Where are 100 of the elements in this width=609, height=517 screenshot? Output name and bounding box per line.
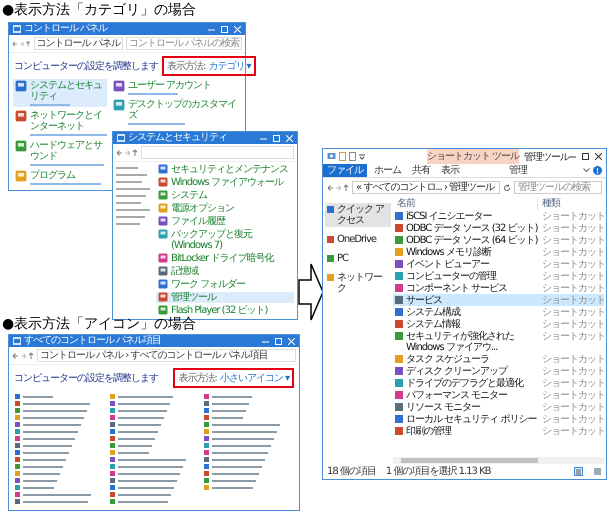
text-line bbox=[116, 167, 138, 169]
column-header[interactable]: 種類 bbox=[538, 197, 604, 210]
program-icon bbox=[15, 140, 27, 152]
program-icon bbox=[158, 253, 168, 263]
view-label: 表示方法: bbox=[167, 60, 206, 73]
text-line bbox=[116, 216, 145, 218]
program-icon bbox=[15, 170, 27, 182]
settings-item[interactable]: システム bbox=[156, 190, 294, 201]
ribbon-tab[interactable]: 管理 bbox=[472, 164, 564, 177]
text-line bbox=[116, 209, 150, 211]
page-heading: コンピューターの設定を調整します bbox=[14, 60, 158, 73]
settings-item[interactable]: セキュリティとメンテナンス bbox=[156, 164, 294, 175]
program-icon bbox=[113, 80, 125, 92]
program-icon bbox=[158, 279, 168, 289]
status-text: 1 個の項目を選択 1.13 KB bbox=[386, 466, 490, 477]
chevron-icon[interactable] bbox=[583, 168, 590, 173]
scrollbar[interactable] bbox=[393, 457, 604, 464]
properties-icon[interactable] bbox=[327, 152, 336, 161]
category-item[interactable]: ハードウェアとサウンド bbox=[13, 139, 107, 167]
category-item[interactable]: システムとセキュリティ bbox=[13, 79, 107, 107]
file-row[interactable]: ローカル セキュリティ ポリシー ショートカット bbox=[393, 413, 604, 425]
window-title: コントロール パネル bbox=[24, 23, 109, 35]
file-row[interactable]: セキュリティが強化された Windows ファイアウ... ショートカット bbox=[393, 330, 604, 353]
search-field[interactable]: コントロール パネルの検索 bbox=[126, 37, 242, 50]
nav-arrows-icon[interactable] bbox=[116, 148, 138, 156]
address-field[interactable]: « すべてのコントロ... › 管理ツール bbox=[352, 181, 500, 194]
settings-item[interactable]: BitLocker ドライブ暗号化 bbox=[156, 253, 294, 264]
text-line bbox=[116, 174, 147, 176]
file-row[interactable]: 印刷の管理 ショートカット bbox=[393, 425, 604, 437]
search-field[interactable]: 管理ツールの検索 bbox=[514, 181, 602, 194]
program-icon bbox=[15, 110, 27, 122]
address-field[interactable] bbox=[141, 146, 294, 159]
text-line bbox=[116, 223, 140, 225]
help-icon[interactable] bbox=[593, 166, 602, 175]
file-row[interactable]: パフォーマンス モニター ショートカット bbox=[393, 389, 604, 401]
category-item[interactable]: ユーザー アカウント bbox=[111, 79, 241, 96]
ribbon-tab[interactable]: 表示 bbox=[437, 164, 463, 177]
nav-item[interactable]: ネットワーク bbox=[325, 271, 391, 295]
nav-item[interactable]: クイック アクセス bbox=[325, 203, 391, 227]
program-icon bbox=[158, 229, 168, 239]
program-icon bbox=[158, 216, 168, 226]
refresh-icon[interactable] bbox=[503, 184, 511, 192]
category-item[interactable]: プログラム bbox=[13, 169, 107, 186]
file-row[interactable]: サービス ショートカット bbox=[393, 294, 604, 306]
program-icon bbox=[113, 99, 125, 111]
file-row[interactable]: ドライブのデフラグと最適化 ショートカット bbox=[393, 377, 604, 389]
status-text: 18 個の項目 bbox=[327, 466, 376, 477]
file-row[interactable]: コンポーネント サービス ショートカット bbox=[393, 282, 604, 294]
category-item[interactable]: ネットワークとインターネット bbox=[13, 109, 107, 137]
category-item[interactable]: デスクトップのカスタマイズ bbox=[111, 98, 241, 126]
nav-arrows-icon[interactable] bbox=[12, 40, 31, 48]
maximize-icon[interactable] bbox=[582, 153, 589, 160]
settings-item[interactable]: ファイル履歴 bbox=[156, 216, 294, 227]
text-line bbox=[116, 181, 142, 183]
ribbon-tab[interactable]: 共有 bbox=[408, 164, 434, 177]
view-menu[interactable]: カテゴリ ▾ bbox=[208, 59, 251, 73]
address-field[interactable]: コントロール パネル bbox=[34, 37, 123, 50]
page-heading: コンピューターの設定を調整します bbox=[14, 372, 158, 385]
close-icon[interactable] bbox=[595, 153, 602, 160]
file-row[interactable]: Windows メモリ診断 ショートカット bbox=[393, 246, 604, 258]
text-line bbox=[116, 195, 146, 197]
settings-item[interactable]: 記憶域 bbox=[156, 266, 294, 277]
file-row[interactable]: イベント ビューアー ショートカット bbox=[393, 258, 604, 270]
program-icon bbox=[158, 177, 168, 187]
view-label: 表示方法: bbox=[178, 372, 217, 385]
program-icon bbox=[158, 203, 168, 213]
nav-item[interactable]: OneDrive bbox=[325, 233, 391, 246]
ribbon-tab[interactable]: ホーム bbox=[370, 164, 405, 177]
settings-item[interactable]: Flash Player (32 ビット) bbox=[156, 305, 294, 316]
address-field[interactable]: コントロール パネル › すべてのコントロール パネル項目 bbox=[37, 349, 296, 362]
file-row[interactable]: ディスク クリーンアップ ショートカット bbox=[393, 365, 604, 377]
nav-arrows-icon[interactable] bbox=[12, 352, 34, 360]
file-row[interactable]: iSCSI イニシエーター ショートカット bbox=[393, 210, 604, 222]
program-icon bbox=[158, 190, 168, 200]
window-title: すべてのコントロール パネル項目 bbox=[24, 335, 162, 347]
details-view-icon[interactable] bbox=[574, 467, 583, 476]
settings-item[interactable]: 管理ツール bbox=[156, 292, 294, 303]
window-title: システムとセキュリティ bbox=[128, 132, 228, 144]
program-icon bbox=[15, 80, 27, 92]
caret-icon[interactable] bbox=[359, 154, 365, 160]
program-icon bbox=[158, 292, 168, 302]
view-menu[interactable]: 小さいアイコン ▾ bbox=[220, 371, 289, 385]
settings-item[interactable]: ワーク フォルダー bbox=[156, 279, 294, 290]
settings-item[interactable]: バックアップと復元 (Windows 7) bbox=[156, 229, 294, 251]
section-heading: ●表示方法「アイコン」の場合 bbox=[2, 316, 196, 332]
nav-item[interactable]: PC bbox=[325, 252, 391, 265]
file-row[interactable]: リソース モニター ショートカット bbox=[393, 401, 604, 413]
file-row[interactable]: ODBC データ ソース (64 ビット) ショートカット bbox=[393, 234, 604, 246]
file-row[interactable]: ODBC データ ソース (32 ビット) ショートカット bbox=[393, 222, 604, 234]
file-row[interactable]: システム情報 ショートカット bbox=[393, 318, 604, 330]
program-icon bbox=[158, 305, 168, 315]
file-row[interactable]: システム構成 ショートカット bbox=[393, 306, 604, 318]
tiles-view-icon[interactable] bbox=[593, 467, 602, 476]
file-row[interactable]: コンピューターの管理 ショートカット bbox=[393, 270, 604, 282]
nav-arrows-icon[interactable] bbox=[327, 184, 349, 192]
settings-item[interactable]: 電源オプション bbox=[156, 203, 294, 214]
column-header[interactable]: 名前 bbox=[393, 197, 538, 210]
file-row[interactable]: タスク スケジューラ ショートカット bbox=[393, 353, 604, 365]
settings-item[interactable]: Windows ファイアウォール bbox=[156, 177, 294, 188]
text-line bbox=[116, 188, 150, 190]
